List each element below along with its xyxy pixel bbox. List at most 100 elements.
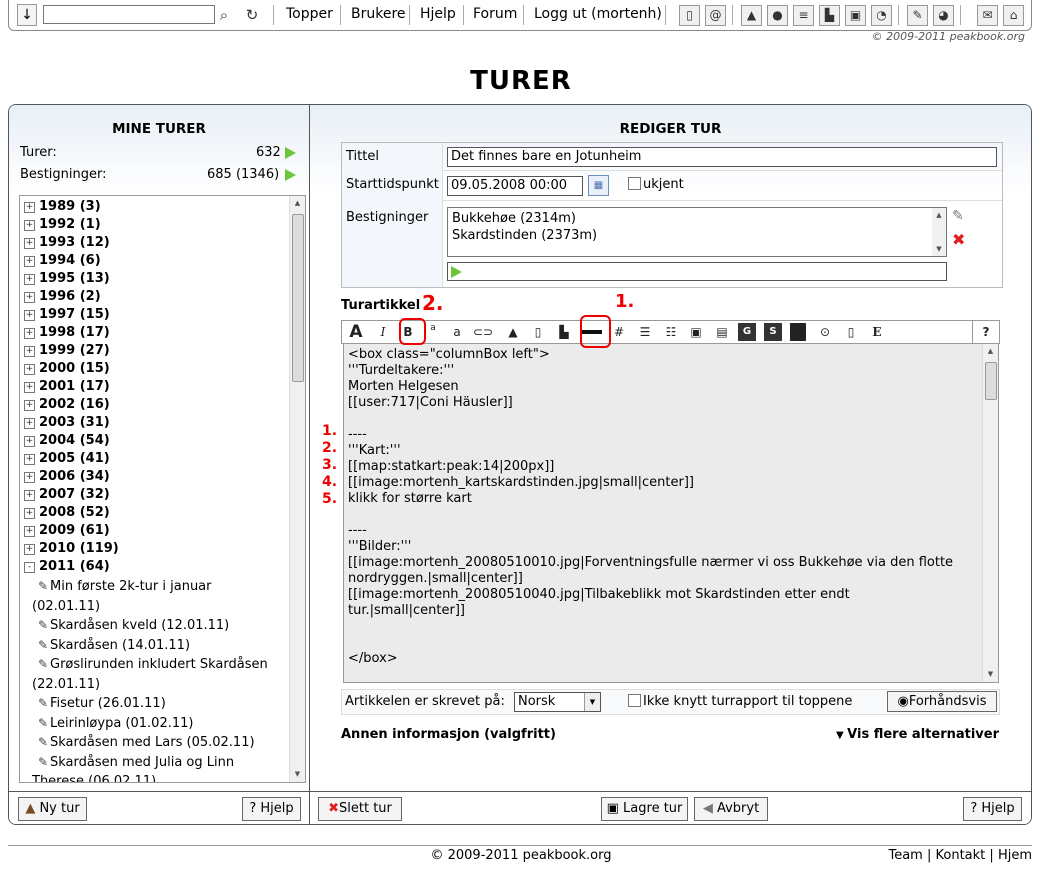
chevron-down-icon[interactable]: ▼ <box>584 693 600 711</box>
trip-item[interactable]: ✎ Skardåsen med Lars (05.02.11) <box>38 735 255 750</box>
year-node[interactable]: +1989 (3) <box>24 199 101 214</box>
no-link-checkbox[interactable]: Ikke knytt turrapport til toppene <box>628 694 852 709</box>
picture-icon[interactable]: ▣ <box>845 5 866 26</box>
italic-icon[interactable]: I <box>374 323 392 341</box>
at-icon[interactable]: @ <box>705 5 726 26</box>
tree-scrollbar[interactable]: ▲ ▼ <box>289 196 305 782</box>
year-label[interactable]: 1993 (12) <box>39 235 110 250</box>
trip-item[interactable]: ✎ Leirinløypa (01.02.11) <box>38 716 193 731</box>
save-trip-button[interactable]: ▣ Lagre tur <box>601 797 688 821</box>
trip-item[interactable]: ✎ Skardåsen med Julia og Linn <box>38 755 234 770</box>
year-node[interactable]: +2009 (61) <box>24 523 110 538</box>
list-icon[interactable]: ≡ <box>793 5 814 26</box>
trip-title[interactable]: Skardåsen med Julia og Linn <box>50 755 234 770</box>
year-node[interactable]: +2001 (17) <box>24 379 110 394</box>
year-node[interactable]: +1995 (13) <box>24 271 110 286</box>
year-node[interactable]: +1996 (2) <box>24 289 101 304</box>
year-label[interactable]: 2009 (61) <box>39 523 110 538</box>
ascent-item[interactable]: Bukkehøe (2314m) <box>452 210 597 227</box>
table-icon[interactable]: # <box>608 323 630 341</box>
article-text[interactable]: <box class="columnBox left"> '''Turdeltak… <box>348 347 968 667</box>
ball-icon[interactable]: ◕ <box>933 5 954 26</box>
title-input[interactable]: Det finnes bare en Jotunheim <box>447 147 997 167</box>
expand-icon[interactable]: + <box>24 490 35 501</box>
year-node[interactable]: +2008 (52) <box>24 505 110 520</box>
year-label[interactable]: 1996 (2) <box>39 289 101 304</box>
year-node[interactable]: +1994 (6) <box>24 253 101 268</box>
year-label[interactable]: 2011 (64) <box>39 559 110 574</box>
start-time-input[interactable]: 09.05.2008 00:00 <box>447 176 583 196</box>
trip-item[interactable]: ✎ Skardåsen kveld (12.01.11) <box>38 618 229 633</box>
year-node[interactable]: +2002 (16) <box>24 397 110 412</box>
help-icon[interactable]: ? <box>977 323 995 341</box>
year-label[interactable]: 2001 (17) <box>39 379 110 394</box>
year-label[interactable]: 2002 (16) <box>39 397 110 412</box>
mail-icon[interactable]: ✉ <box>977 5 998 26</box>
nav-link-forum[interactable]: Forum <box>473 6 517 22</box>
preview-button[interactable]: ◉Forhåndsvis <box>887 691 997 712</box>
editor-scrollbar[interactable]: ▲ ▼ <box>982 344 998 682</box>
right-help-button[interactable]: ? Hjelp <box>963 797 1022 821</box>
nav-link-hjelp[interactable]: Hjelp <box>420 6 456 22</box>
refresh-icon[interactable]: ↻ <box>241 4 263 26</box>
cancel-button[interactable]: ◀ Avbryt <box>694 797 768 821</box>
trip-title[interactable]: Skardåsen (14.01.11) <box>50 638 190 653</box>
trip-title[interactable]: Skardåsen med Lars (05.02.11) <box>50 735 255 750</box>
expand-icon[interactable]: + <box>24 472 35 483</box>
speech-bubble-icon[interactable]: ◔ <box>871 5 892 26</box>
g-icon[interactable]: G <box>738 323 756 341</box>
expand-icon[interactable]: + <box>24 526 35 537</box>
mountain-icon[interactable]: ▲ <box>502 323 524 341</box>
expand-icon[interactable]: + <box>24 292 35 303</box>
superscript-icon[interactable]: a <box>426 323 440 341</box>
trip-item[interactable]: ✎ Min første 2k-tur i januar <box>38 579 212 594</box>
year-node[interactable]: +2007 (32) <box>24 487 110 502</box>
search-icon[interactable]: ⌕ <box>213 4 235 26</box>
collapse-icon[interactable]: - <box>24 562 35 573</box>
year-label[interactable]: 1994 (6) <box>39 253 101 268</box>
footer-contact-link[interactable]: Kontakt <box>936 848 986 863</box>
language-select[interactable]: Norsk ▼ <box>514 692 601 712</box>
nav-link-topper[interactable]: Topper <box>286 6 333 22</box>
expand-icon[interactable]: + <box>24 382 35 393</box>
chain-icon[interactable]: ⊙ <box>814 323 836 341</box>
year-node[interactable]: +2005 (41) <box>24 451 110 466</box>
nav-link-brukere[interactable]: Brukere <box>351 6 406 22</box>
expand-icon[interactable]: + <box>24 364 35 375</box>
expand-icon[interactable]: + <box>24 436 35 447</box>
year-node[interactable]: +2006 (34) <box>24 469 110 484</box>
delete-x-icon[interactable]: ✖ <box>952 230 965 249</box>
expand-icon[interactable]: + <box>24 310 35 321</box>
page-icon[interactable]: ▯ <box>842 323 860 341</box>
trip-date[interactable]: (02.01.11) <box>32 599 100 614</box>
expand-icon[interactable]: + <box>24 454 35 465</box>
expand-icon[interactable]: + <box>24 346 35 357</box>
expand-icon[interactable]: + <box>24 202 35 213</box>
footer-home-link[interactable]: Hjem <box>998 848 1032 863</box>
home-icon[interactable]: ⌂ <box>1003 5 1024 26</box>
trip-date[interactable]: (22.01.11) <box>32 677 100 692</box>
year-label[interactable]: 2003 (31) <box>39 415 110 430</box>
phone-icon[interactable]: ▯ <box>529 323 547 341</box>
year-label[interactable]: 2007 (32) <box>39 487 110 502</box>
more-options-link[interactable]: ▼ Vis flere alternativer <box>836 727 999 742</box>
expand-icon[interactable]: + <box>24 418 35 429</box>
year-label[interactable]: 2008 (52) <box>39 505 110 520</box>
trip-date[interactable]: Therese (06.02.11) <box>32 774 156 782</box>
expand-icon[interactable]: + <box>24 274 35 285</box>
download-arrow-icon[interactable]: ↓ <box>17 4 37 26</box>
expand-icon[interactable]: + <box>24 400 35 411</box>
year-label[interactable]: 1998 (17) <box>39 325 110 340</box>
year-node[interactable]: +2000 (15) <box>24 361 110 376</box>
trips-play-icon[interactable] <box>285 145 296 160</box>
year-label[interactable]: 2010 (119) <box>39 541 119 556</box>
year-label[interactable]: 1992 (1) <box>39 217 101 232</box>
article-editor[interactable]: <box class="columnBox left"> '''Turdeltak… <box>343 343 999 683</box>
year-node[interactable]: -2011 (64) <box>24 559 110 574</box>
unknown-checkbox[interactable]: ukjent <box>628 177 684 192</box>
left-help-button[interactable]: ? Hjelp <box>242 797 301 821</box>
new-trip-button[interactable]: ▲ Ny tur <box>18 797 87 821</box>
year-node[interactable]: +1997 (15) <box>24 307 110 322</box>
trip-item[interactable]: ✎ Skardåsen (14.01.11) <box>38 638 190 653</box>
add-ascent-input[interactable] <box>447 262 947 281</box>
